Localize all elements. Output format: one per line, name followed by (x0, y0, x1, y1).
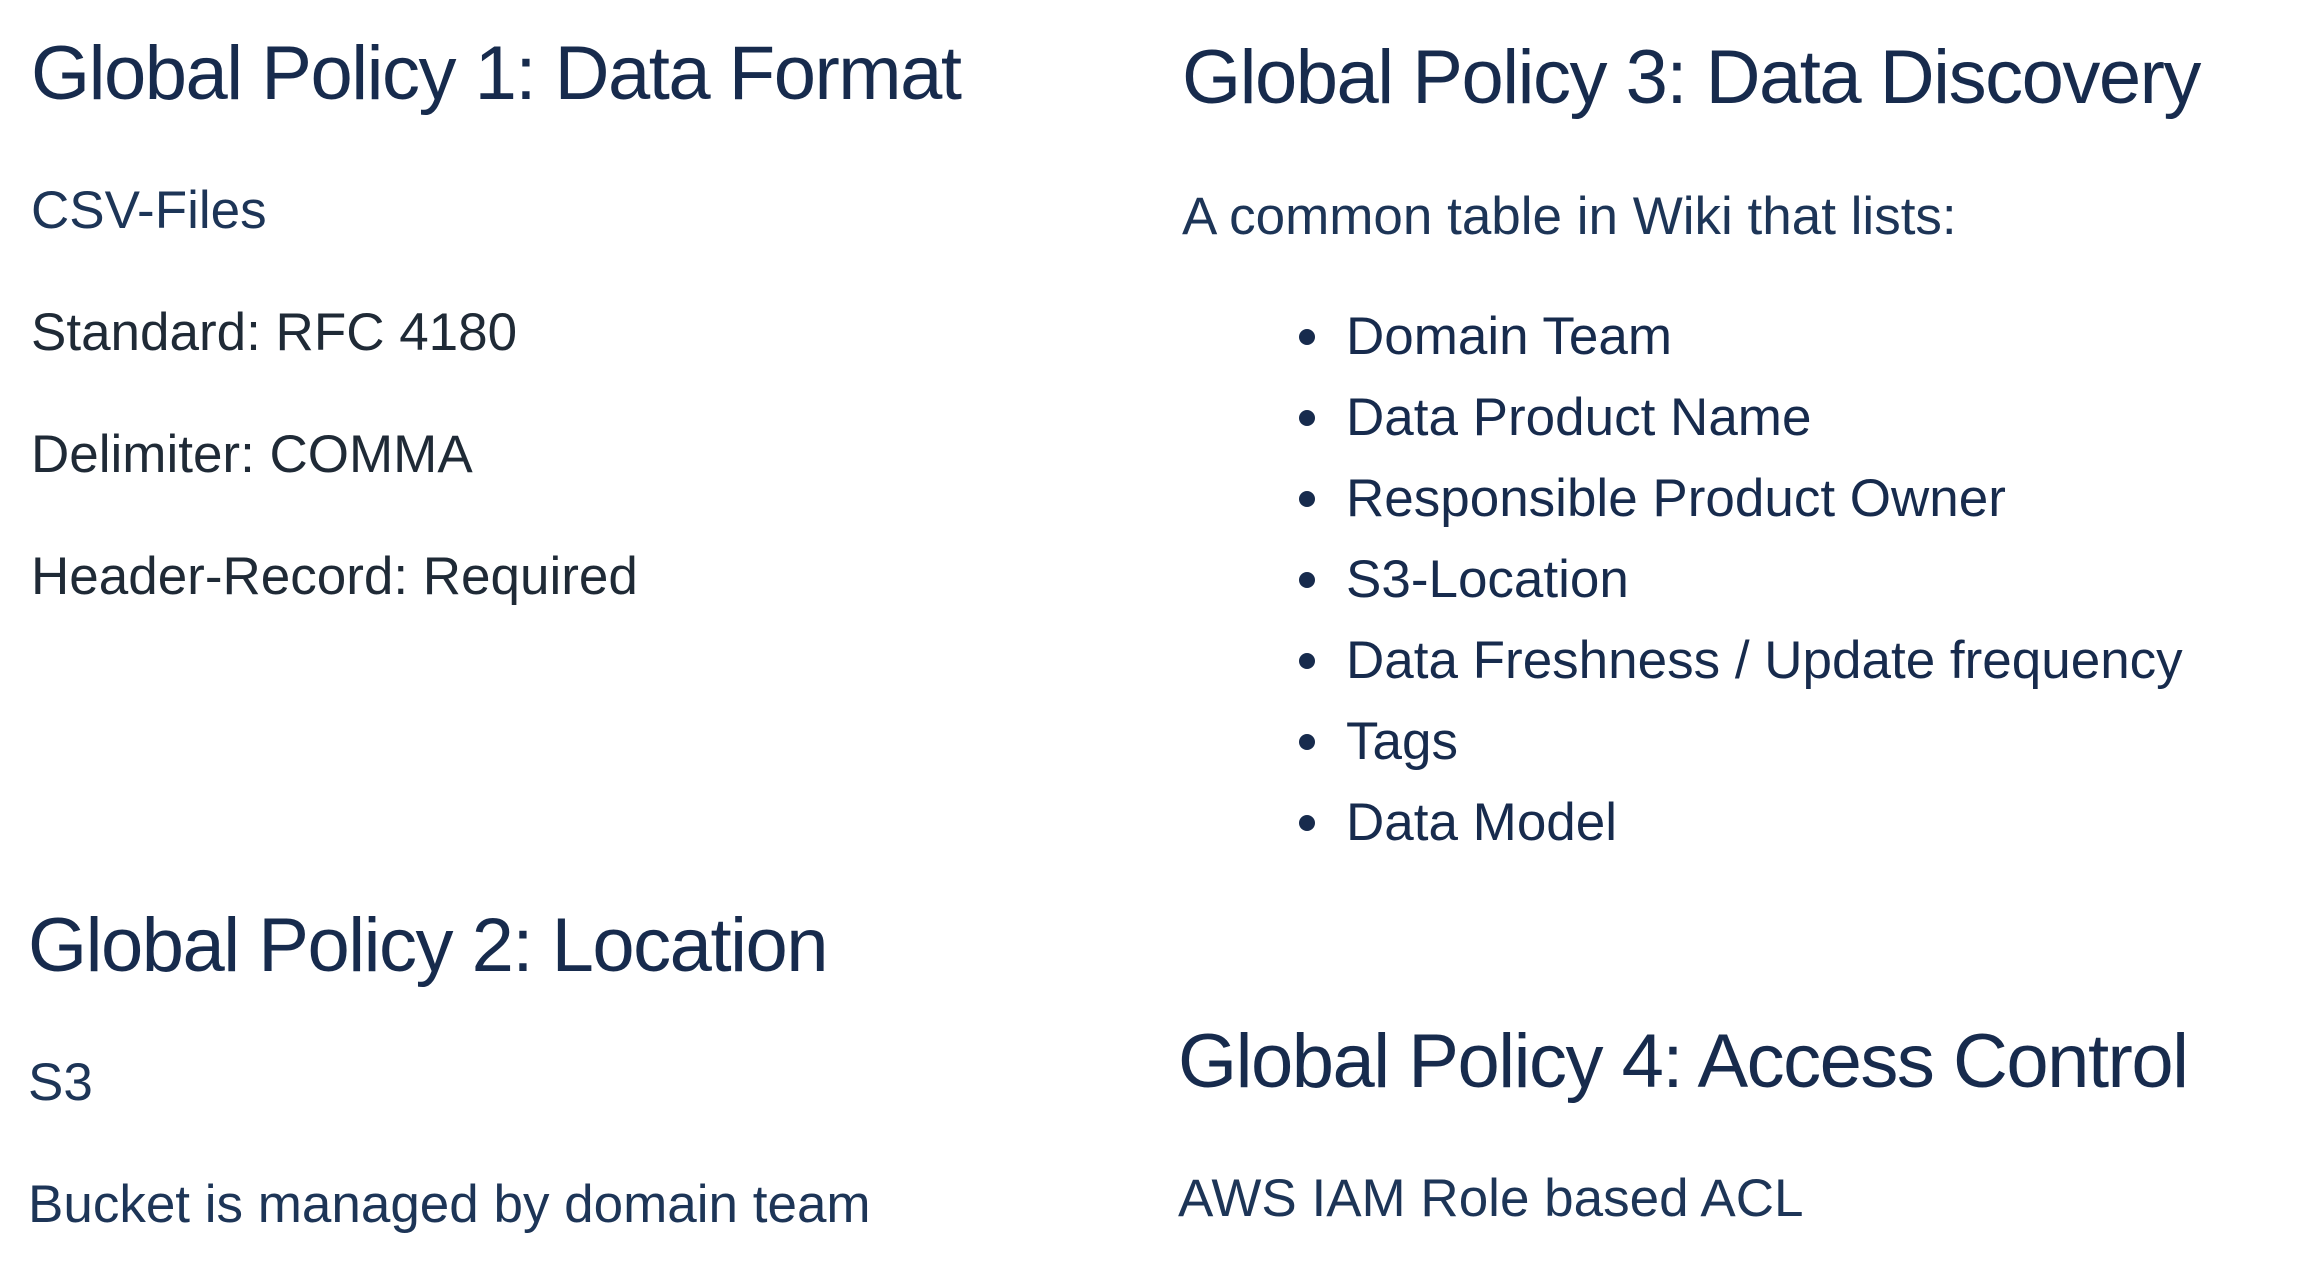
list-item: Tags (1299, 712, 1458, 771)
policy-1-heading: Global Policy 1: Data Format (31, 31, 962, 116)
bullet-icon (1299, 734, 1315, 750)
list-item-label: Data Model (1346, 793, 1618, 852)
list-item: Responsible Product Owner (1299, 469, 2006, 528)
list-item-label: S3-Location (1346, 550, 1629, 609)
policy-2-line-bucket: Bucket is managed by domain team (28, 1175, 871, 1234)
policy-3-intro: A common table in Wiki that lists: (1182, 187, 1957, 246)
list-item-label: Responsible Product Owner (1346, 469, 2006, 528)
bullet-icon (1299, 329, 1315, 345)
policy-1-line-delimiter: Delimiter: COMMA (31, 425, 473, 484)
policy-2-section: Global Policy 2: Location S3 Bucket is m… (28, 908, 1128, 1248)
list-item: Domain Team (1299, 307, 1672, 366)
bullet-icon (1299, 491, 1315, 507)
bullet-icon (1299, 653, 1315, 669)
policy-4-line-acl: AWS IAM Role based ACL (1178, 1169, 1804, 1228)
list-item-label: Data Freshness / Update frequency (1346, 631, 2183, 690)
bullet-icon (1299, 815, 1315, 831)
policy-1-section: Global Policy 1: Data Format CSV-Files S… (31, 36, 1131, 636)
policy-2-heading: Global Policy 2: Location (28, 903, 828, 988)
list-item: Data Model (1299, 793, 1618, 852)
policy-4-heading: Global Policy 4: Access Control (1178, 1019, 2189, 1104)
policy-1-line-standard: Standard: RFC 4180 (31, 303, 518, 362)
list-item: Data Product Name (1299, 388, 1812, 447)
list-item-label: Data Product Name (1346, 388, 1812, 447)
list-item-label: Tags (1346, 712, 1458, 771)
list-item-label: Domain Team (1346, 307, 1672, 366)
policy-3-heading: Global Policy 3: Data Discovery (1182, 35, 2201, 120)
bullet-icon (1299, 410, 1315, 426)
list-item: S3-Location (1299, 550, 1629, 609)
policy-1-line-format: CSV-Files (31, 181, 267, 240)
policy-2-line-s3: S3 (28, 1053, 93, 1112)
list-item: Data Freshness / Update frequency (1299, 631, 2183, 690)
bullet-icon (1299, 572, 1315, 588)
policy-1-line-header-record: Header-Record: Required (31, 547, 638, 606)
policy-4-section: Global Policy 4: Access Control AWS IAM … (1178, 1024, 2288, 1254)
policy-3-section: Global Policy 3: Data Discovery A common… (1182, 40, 2292, 860)
